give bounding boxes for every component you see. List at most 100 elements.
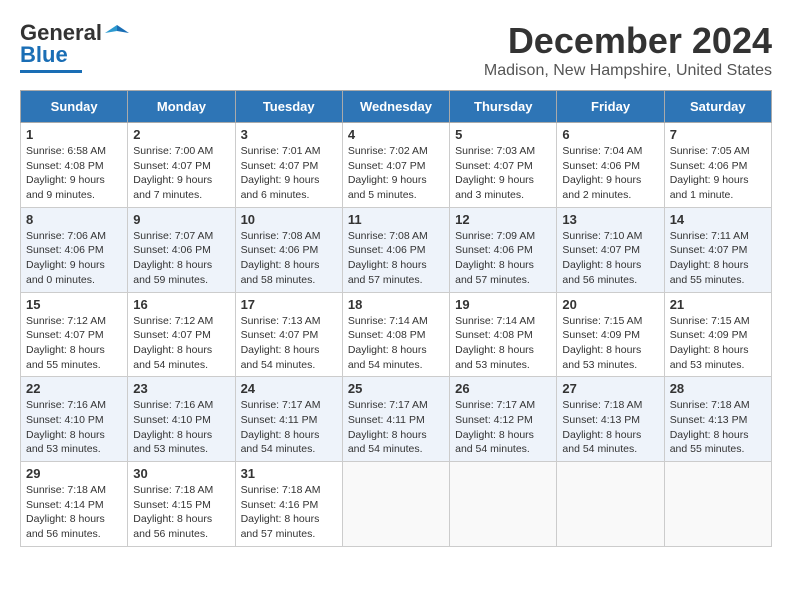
sunrise-text: Sunrise: 7:11 AM <box>670 230 749 242</box>
sunrise-text: Sunrise: 7:17 AM <box>348 399 428 411</box>
header-monday: Monday <box>128 91 235 123</box>
sunset-text: Sunset: 4:16 PM <box>241 499 319 511</box>
calendar-cell: 4 Sunrise: 7:02 AMSunset: 4:07 PMDaylight… <box>342 123 449 208</box>
daylight-text: Daylight: 9 hours and 9 minutes. <box>26 174 105 201</box>
daylight-text: Daylight: 8 hours and 53 minutes. <box>26 429 105 456</box>
sunrise-text: Sunrise: 7:16 AM <box>26 399 106 411</box>
daylight-text: Daylight: 9 hours and 6 minutes. <box>241 174 320 201</box>
daylight-text: Daylight: 8 hours and 58 minutes. <box>241 259 320 286</box>
day-info: Sunrise: 7:11 AMSunset: 4:07 PMDaylight:… <box>670 229 766 288</box>
daylight-text: Daylight: 8 hours and 53 minutes. <box>133 429 212 456</box>
day-info: Sunrise: 7:02 AMSunset: 4:07 PMDaylight:… <box>348 144 444 203</box>
sunrise-text: Sunrise: 7:09 AM <box>455 230 535 242</box>
daylight-text: Daylight: 9 hours and 1 minute. <box>670 174 749 201</box>
sunset-text: Sunset: 4:11 PM <box>241 414 318 426</box>
day-info: Sunrise: 7:06 AMSunset: 4:06 PMDaylight:… <box>26 229 122 288</box>
day-number: 6 <box>562 127 658 142</box>
calendar-table: SundayMondayTuesdayWednesdayThursdayFrid… <box>20 90 772 547</box>
day-number: 5 <box>455 127 551 142</box>
sunset-text: Sunset: 4:06 PM <box>26 244 104 256</box>
calendar-cell: 24Sunrise: 7:17 AMSunset: 4:11 PMDayligh… <box>235 377 342 462</box>
calendar-cell: 14 Sunrise: 7:11 AMSunset: 4:07 PMDayligh… <box>664 207 771 292</box>
calendar-cell <box>557 462 664 547</box>
daylight-text: Daylight: 8 hours and 56 minutes. <box>133 513 212 540</box>
sunrise-text: Sunrise: 7:10 AM <box>562 230 642 242</box>
sunset-text: Sunset: 4:10 PM <box>26 414 104 426</box>
calendar-week-3: 15 Sunrise: 7:12 AM Sunset: 4:07 PM Dayligh… <box>21 292 772 377</box>
day-number: 30 <box>133 466 229 481</box>
logo-bird-icon <box>103 23 131 43</box>
sunrise-text: Sunrise: 7:18 AM <box>670 399 750 411</box>
calendar-cell <box>450 462 557 547</box>
daylight-text: Daylight: 8 hours and 54 minutes. <box>562 429 641 456</box>
calendar-cell: 15Sunrise: 7:12 AMSunset: 4:07 PMDayligh… <box>21 292 128 377</box>
sunset-text: Sunset: 4:07 PM <box>241 329 319 341</box>
calendar-header-row: SundayMondayTuesdayWednesdayThursdayFrid… <box>21 91 772 123</box>
sunset-text: Sunset: 4:12 PM <box>455 414 533 426</box>
sunrise-text: Sunrise: 7:17 AM <box>455 399 535 411</box>
sunrise-text: Sunrise: 7:18 AM <box>562 399 642 411</box>
sunrise-text: Sunrise: 7:12 AM <box>133 315 213 327</box>
sunset-text: Sunset: 4:07 PM <box>241 160 319 172</box>
header-friday: Friday <box>557 91 664 123</box>
calendar-cell: 11Sunrise: 7:08 AMSunset: 4:06 PMDayligh… <box>342 207 449 292</box>
day-number: 12 <box>455 212 551 227</box>
calendar-week-2: 8Sunrise: 7:06 AMSunset: 4:06 PMDaylight… <box>21 207 772 292</box>
day-info: Sunrise: 7:18 AMSunset: 4:13 PMDaylight:… <box>562 398 658 457</box>
daylight-text: Daylight: 9 hours and 7 minutes. <box>133 174 212 201</box>
sunrise-text: Sunrise: 7:12 AM <box>26 315 106 327</box>
calendar-cell: 26Sunrise: 7:17 AMSunset: 4:12 PMDayligh… <box>450 377 557 462</box>
day-number: 29 <box>26 466 122 481</box>
day-number: 4 <box>348 127 444 142</box>
day-number: 1 <box>26 127 122 142</box>
daylight-text: Daylight: 8 hours and 53 minutes. <box>562 344 641 371</box>
calendar-cell: 22Sunrise: 7:16 AMSunset: 4:10 PMDayligh… <box>21 377 128 462</box>
sunrise-text: Sunrise: 6:58 AM <box>26 145 106 157</box>
daylight-text: Daylight: 9 hours and 3 minutes. <box>455 174 534 201</box>
sunset-text: Sunset: 4:13 PM <box>670 414 748 426</box>
day-info: Sunrise: 7:16 AM Sunset: 4:10 PM Daylight:… <box>26 398 122 457</box>
sunset-text: Sunset: 4:09 PM <box>670 329 748 341</box>
sunset-text: Sunset: 4:07 PM <box>562 244 640 256</box>
calendar-cell: 18Sunrise: 7:14 AMSunset: 4:08 PMDayligh… <box>342 292 449 377</box>
calendar-cell: 8Sunrise: 7:06 AMSunset: 4:06 PMDaylight… <box>21 207 128 292</box>
calendar-cell: 5Sunrise: 7:03 AMSunset: 4:07 PMDaylight… <box>450 123 557 208</box>
day-info: Sunrise: 7:13 AMSunset: 4:07 PMDaylight:… <box>241 314 337 373</box>
title-section: December 2024 Madison, New Hampshire, Un… <box>484 20 772 80</box>
calendar-cell: 23Sunrise: 7:16 AMSunset: 4:10 PMDayligh… <box>128 377 235 462</box>
calendar-cell: 25Sunrise: 7:17 AMSunset: 4:11 PMDayligh… <box>342 377 449 462</box>
day-number: 10 <box>241 212 337 227</box>
day-info: Sunrise: 7:04 AM Sunset: 4:06 PM Daylight:… <box>562 144 658 203</box>
sunset-text: Sunset: 4:07 PM <box>133 329 211 341</box>
daylight-text: Daylight: 8 hours and 53 minutes. <box>670 344 749 371</box>
header-thursday: Thursday <box>450 91 557 123</box>
day-info: Sunrise: 7:18 AMSunset: 4:16 PMDaylight:… <box>241 483 337 542</box>
day-info: Sunrise: 7:01 AMSunset: 4:07 PMDaylight:… <box>241 144 337 203</box>
sunrise-text: Sunrise: 7:04 AM <box>562 145 642 157</box>
day-info: Sunrise: 7:16 AMSunset: 4:10 PMDaylight:… <box>133 398 229 457</box>
day-number: 28 <box>670 381 766 396</box>
sunset-text: Sunset: 4:15 PM <box>133 499 211 511</box>
daylight-text: Daylight: 8 hours and 56 minutes. <box>562 259 641 286</box>
calendar-cell <box>664 462 771 547</box>
calendar-cell: 7Sunrise: 7:05 AMSunset: 4:06 PMDaylight… <box>664 123 771 208</box>
day-info: Sunrise: 7:17 AMSunset: 4:11 PMDaylight:… <box>241 398 337 457</box>
daylight-text: Daylight: 9 hours and 2 minutes. <box>562 174 641 201</box>
sunset-text: Sunset: 4:06 PM <box>562 160 640 172</box>
calendar-cell: 10Sunrise: 7:08 AMSunset: 4:06 PMDayligh… <box>235 207 342 292</box>
day-info: Sunrise: 7:17 AMSunset: 4:11 PMDaylight:… <box>348 398 444 457</box>
calendar-cell: 6 Sunrise: 7:04 AM Sunset: 4:06 PM Daylight… <box>557 123 664 208</box>
sunrise-text: Sunrise: 7:17 AM <box>241 399 321 411</box>
sunset-text: Sunset: 4:09 PM <box>562 329 640 341</box>
sunset-text: Sunset: 4:06 PM <box>670 160 748 172</box>
day-info: Sunrise: 7:08 AMSunset: 4:06 PMDaylight:… <box>348 229 444 288</box>
calendar-cell: 31Sunrise: 7:18 AMSunset: 4:16 PMDayligh… <box>235 462 342 547</box>
calendar-cell: 9Sunrise: 7:07 AMSunset: 4:06 PMDaylight… <box>128 207 235 292</box>
sunset-text: Sunset: 4:06 PM <box>133 244 211 256</box>
sunset-text: Sunset: 4:06 PM <box>455 244 533 256</box>
day-number: 15 <box>26 297 122 312</box>
sunrise-text: Sunrise: 7:15 AM <box>670 315 750 327</box>
day-number: 14 <box>670 212 766 227</box>
sunset-text: Sunset: 4:07 PM <box>455 160 533 172</box>
sunrise-text: Sunrise: 7:15 AM <box>562 315 642 327</box>
